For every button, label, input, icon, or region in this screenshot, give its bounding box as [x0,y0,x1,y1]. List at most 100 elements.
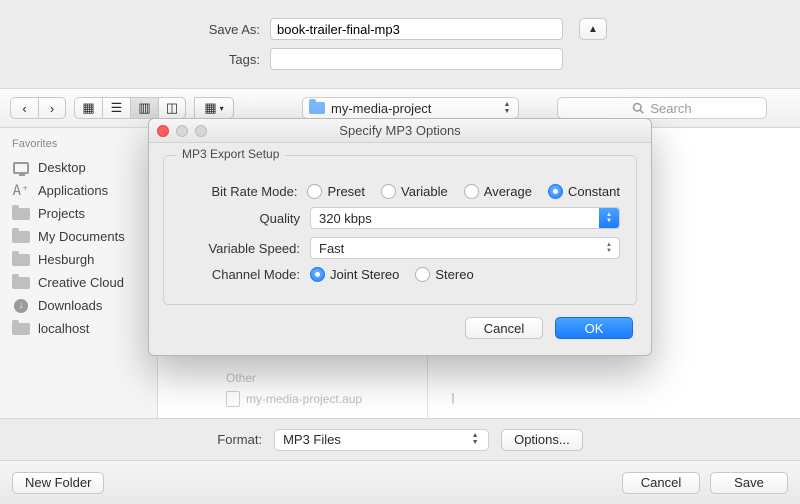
expand-save-panel-button[interactable]: ▲ [579,18,607,40]
search-icon [632,102,644,114]
column-resize-handle[interactable]: || [444,384,460,412]
quality-label: Quality [180,211,300,226]
sidebar-item-label: Applications [38,183,108,198]
folder-path-label: my-media-project [331,101,431,116]
cancel-label: Cancel [484,321,524,336]
folder-icon [309,102,325,114]
channel-mode-radios: Joint Stereo Stereo [310,267,474,282]
nav-back-forward: ‹ › [10,97,66,119]
chevron-right-icon: › [50,101,54,116]
sidebar-item-documents[interactable]: My Documents [0,225,157,248]
save-form: Save As: ▲ Tags: [0,18,800,78]
chevron-left-icon: ‹ [22,101,26,116]
folder-icon [12,276,30,290]
sidebar-item-label: Projects [38,206,85,221]
quality-select[interactable]: 320 kbps ▲▼ [310,207,620,229]
stepper-icon: ▲▼ [599,238,619,258]
cancel-label: Cancel [641,475,681,490]
sidebar-item-label: Hesburgh [38,252,94,267]
sidebar-item-label: Desktop [38,160,86,175]
options-label: Options... [514,432,570,447]
stepper-icon: ▲▼ [502,102,512,115]
tags-input[interactable] [270,48,563,70]
sidebar-item-applications[interactable]: A⁺ Applications [0,179,157,202]
bit-rate-preset-radio[interactable]: Preset [307,184,365,199]
sidebar-item-label: localhost [38,321,89,336]
sheet-actions: Cancel OK [149,311,651,355]
view-columns-button[interactable]: ▥ [130,97,158,119]
view-icons-button[interactable]: ▦ [74,97,102,119]
new-folder-label: New Folder [25,475,91,490]
radio-label: Stereo [435,267,473,282]
columns-icon: ▥ [138,100,150,116]
cancel-button[interactable]: Cancel [622,472,700,494]
format-options-button[interactable]: Options... [501,429,583,451]
sheet-titlebar: Specify MP3 Options [149,119,651,143]
view-coverflow-button[interactable]: ◫ [158,97,186,119]
channel-joint-stereo-radio[interactable]: Joint Stereo [310,267,399,282]
channel-stereo-radio[interactable]: Stereo [415,267,473,282]
folder-icon [12,322,30,336]
sidebar-item-localhost[interactable]: localhost [0,317,157,340]
ok-label: OK [585,321,604,336]
sheet-title: Specify MP3 Options [149,123,651,138]
variable-speed-select[interactable]: Fast ▲▼ [310,237,620,259]
desktop-icon [12,161,30,175]
nav-back-button[interactable]: ‹ [10,97,38,119]
file-row[interactable]: my-media-project.aup [218,388,427,410]
folder-icon [12,207,30,221]
format-popup[interactable]: MP3 Files ▲▼ [274,429,489,451]
group-title: MP3 Export Setup [176,147,285,161]
sidebar-item-label: My Documents [38,229,125,244]
view-mode-segment: ▦ ☰ ▥ ◫ [74,97,186,119]
coverflow-icon: ◫ [166,100,178,116]
bit-rate-variable-radio[interactable]: Variable [381,184,448,199]
sidebar-item-downloads[interactable]: ↓ Downloads [0,294,157,317]
radio-label: Joint Stereo [330,267,399,282]
file-name: my-media-project.aup [246,392,362,406]
list-icon: ☰ [111,100,123,116]
search-field[interactable]: Search [557,97,767,119]
chevron-down-icon: ▾ [220,104,224,113]
save-label: Save [734,475,764,490]
sidebar-item-creative-cloud[interactable]: Creative Cloud [0,271,157,294]
channel-mode-row: Channel Mode: Joint Stereo Stereo [180,267,620,282]
radio-label: Average [484,184,532,199]
radio-label: Preset [327,184,365,199]
quality-value: 320 kbps [319,211,372,226]
radio-label: Constant [568,184,620,199]
sheet-cancel-button[interactable]: Cancel [465,317,543,339]
save-button[interactable]: Save [710,472,788,494]
sidebar-item-desktop[interactable]: Desktop [0,156,157,179]
downloads-icon: ↓ [12,299,30,313]
file-group-header: Other [218,368,427,388]
format-bar: Format: MP3 Files ▲▼ Options... [0,418,800,460]
chevron-up-icon: ▲ [588,24,598,35]
mp3-export-group: MP3 Export Setup Bit Rate Mode: Preset V… [163,155,637,305]
group-icon: ▦ [204,100,216,116]
folder-path-popup[interactable]: my-media-project ▲▼ [302,97,519,119]
folder-icon [12,230,30,244]
view-list-button[interactable]: ☰ [102,97,130,119]
variable-speed-label: Variable Speed: [180,241,300,256]
bit-rate-average-radio[interactable]: Average [464,184,532,199]
sidebar: Favorites Desktop A⁺ Applications Projec… [0,128,158,418]
channel-mode-label: Channel Mode: [180,267,300,282]
grid-icon: ▦ [82,100,94,116]
bit-rate-constant-radio[interactable]: Constant [548,184,620,199]
save-as-input[interactable] [270,18,563,40]
bit-rate-radios: Preset Variable Average Constant [307,184,620,199]
nav-forward-button[interactable]: › [38,97,66,119]
sheet-ok-button[interactable]: OK [555,317,633,339]
new-folder-button[interactable]: New Folder [12,472,104,494]
sidebar-item-projects[interactable]: Projects [0,202,157,225]
group-by-button[interactable]: ▦ ▾ [194,97,234,119]
sidebar-header: Favorites [0,136,157,156]
action-bar: New Folder Cancel Save [0,460,800,504]
save-as-label: Save As: [0,22,260,37]
sidebar-item-hesburgh[interactable]: Hesburgh [0,248,157,271]
tags-label: Tags: [0,52,260,67]
stepper-icon: ▲▼ [470,433,480,446]
sidebar-item-label: Downloads [38,298,102,313]
variable-speed-value: Fast [319,241,344,256]
